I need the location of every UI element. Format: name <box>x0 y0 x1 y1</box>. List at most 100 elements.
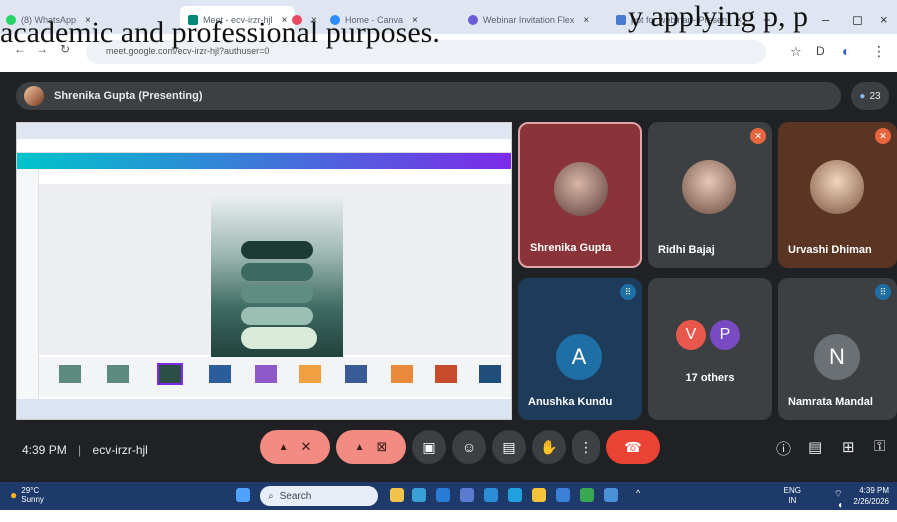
sun-icon: ● <box>10 488 18 502</box>
chevron-up-icon: ▲ <box>354 441 365 453</box>
emoji-button[interactable]: ☺ <box>452 430 486 464</box>
meet-window: Shrenika Gupta (Presenting) ● 23 Shrenik… <box>0 72 897 482</box>
clock[interactable]: 4:39 PM 2/26/2026 <box>853 485 889 507</box>
avatar: A <box>556 334 602 380</box>
activities-icon[interactable]: ⊞ <box>842 438 855 456</box>
meet-controls-bar: 4:39 PM | ecv-irzr-hjl ▲ ✕ ▲ ⊠ ▣ ☺ ▤ ✋ ⋮… <box>0 412 897 482</box>
tab-webinar[interactable]: Webinar Invitation Flex × <box>468 10 608 30</box>
maximize-button[interactable]: ◻ <box>852 12 863 28</box>
page-thumbnail[interactable] <box>435 365 457 383</box>
avatar: N <box>814 334 860 380</box>
app-icon[interactable] <box>436 488 450 502</box>
meeting-code: ecv-irzr-hjl <box>92 443 148 457</box>
people-icon: ● <box>859 90 866 102</box>
clock-time: 4:39 PM <box>859 486 889 495</box>
participant-tile[interactable]: ✕ Urvashi Dhiman <box>778 122 897 268</box>
mic-off-icon: ✕ <box>300 439 312 454</box>
presenting-banner: Shrenika Gupta (Presenting) <box>16 82 841 110</box>
participant-tile[interactable]: ✕ Ridhi Bajaj <box>648 122 772 268</box>
page-thumbnail[interactable] <box>209 365 231 383</box>
weather-text: 29°C Sunny <box>21 486 44 504</box>
slides-icon <box>616 15 626 25</box>
host-controls-icon[interactable]: ⚿ <box>874 438 885 455</box>
page-thumbnail[interactable] <box>157 363 183 385</box>
extension-icon[interactable]: D <box>816 44 825 58</box>
browser-menu-icon[interactable]: ⋮ <box>872 43 886 60</box>
shared-address-bar <box>17 139 511 153</box>
search-placeholder: Search <box>279 490 312 502</box>
mic-off-icon: ✕ <box>750 128 766 144</box>
clock-date: 2/26/2026 <box>853 497 889 506</box>
app-icon[interactable] <box>508 488 522 502</box>
weather-condition: Sunny <box>21 495 44 504</box>
camera-button[interactable]: ▲ ⊠ <box>336 430 406 464</box>
app-icon[interactable] <box>412 488 426 502</box>
taskbar-search[interactable]: ⌕ Search <box>260 486 378 506</box>
search-icon: ⌕ <box>268 490 274 502</box>
more-options-button[interactable]: ⋮ <box>572 430 600 464</box>
chat-icon[interactable]: ▤ <box>808 438 822 456</box>
others-tile[interactable]: V P 17 others <box>648 278 772 420</box>
more-vert-icon: ⋮ <box>579 438 593 455</box>
end-call-icon: ☎ <box>624 438 642 455</box>
close-icon[interactable]: × <box>583 15 589 26</box>
mail-icon[interactable] <box>556 488 570 502</box>
widgets-icon[interactable] <box>390 488 404 502</box>
present-button[interactable]: ▣ <box>412 430 446 464</box>
speaking-icon: ⠿ <box>620 284 636 300</box>
page-thumbnail[interactable] <box>345 365 367 383</box>
captions-button[interactable]: ▤ <box>492 430 526 464</box>
meeting-time: 4:39 PM <box>22 443 67 457</box>
chevron-up-icon[interactable]: ^ <box>636 488 640 498</box>
canva-topbar <box>17 153 511 169</box>
page-thumbnail[interactable] <box>299 365 321 383</box>
divider: | <box>78 443 82 457</box>
presenting-title: Shrenika Gupta (Presenting) <box>54 90 203 102</box>
hand-icon: ✋ <box>540 438 558 455</box>
minimize-button[interactable]: – <box>822 12 829 27</box>
others-count: 17 others <box>685 372 735 384</box>
camera-off-icon: ⊠ <box>376 439 388 454</box>
captions-icon: ▤ <box>502 438 516 455</box>
page-thumbnail[interactable] <box>255 365 277 383</box>
weather-widget[interactable]: ● 29°C Sunny <box>10 486 44 504</box>
design-pill <box>241 285 313 303</box>
canva-sidebar <box>17 169 39 399</box>
edge-icon[interactable] <box>484 488 498 502</box>
mic-button[interactable]: ▲ ✕ <box>260 430 330 464</box>
leave-call-button[interactable]: ☎ <box>606 430 660 464</box>
design-pill <box>241 241 313 259</box>
speaking-icon: ⠿ <box>875 284 891 300</box>
chrome-icon[interactable] <box>580 488 594 502</box>
mic-off-icon: ✕ <box>875 128 891 144</box>
participant-tile[interactable]: ⠿ A Anushka Kundu <box>518 278 642 420</box>
windows-taskbar: ● 29°C Sunny ⌕ Search ^ ENG IN ⌔ ◖ ▭ 4:3… <box>0 482 897 522</box>
app-icon[interactable] <box>460 488 474 502</box>
participant-name: Ridhi Bajaj <box>658 244 715 256</box>
chevron-up-icon: ▲ <box>278 441 289 453</box>
language-indicator[interactable]: ENG IN <box>784 486 801 506</box>
participants-button[interactable]: ● 23 <box>851 82 889 110</box>
profile-icon[interactable]: ◐ <box>842 43 850 59</box>
network-icon[interactable]: ⌔ ◖ ▭ <box>834 489 843 522</box>
close-window-button[interactable]: × <box>880 12 888 27</box>
participant-name: Urvashi Dhiman <box>788 244 872 256</box>
file-explorer-icon[interactable] <box>532 488 546 502</box>
start-icon[interactable] <box>236 488 250 502</box>
participant-tile[interactable]: ⠿ N Namrata Mandal <box>778 278 897 420</box>
avatar: V <box>676 320 706 350</box>
canva-design-page[interactable] <box>211 197 343 357</box>
page-thumbnail[interactable] <box>59 365 81 383</box>
page-thumbnail[interactable] <box>479 365 501 383</box>
info-icon[interactable]: ⓘ <box>776 438 791 459</box>
bookmark-star-icon[interactable]: ☆ <box>790 44 802 60</box>
participant-tile[interactable]: Shrenika Gupta <box>518 122 642 268</box>
meeting-info: 4:39 PM | ecv-irzr-hjl <box>22 443 148 457</box>
participants-count: 23 <box>869 90 881 102</box>
raise-hand-button[interactable]: ✋ <box>532 430 566 464</box>
temperature: 29°C <box>21 486 40 495</box>
present-icon: ▣ <box>422 438 436 455</box>
page-thumbnail[interactable] <box>107 365 129 383</box>
app-icon[interactable] <box>604 488 618 502</box>
page-thumbnail[interactable] <box>391 365 413 383</box>
